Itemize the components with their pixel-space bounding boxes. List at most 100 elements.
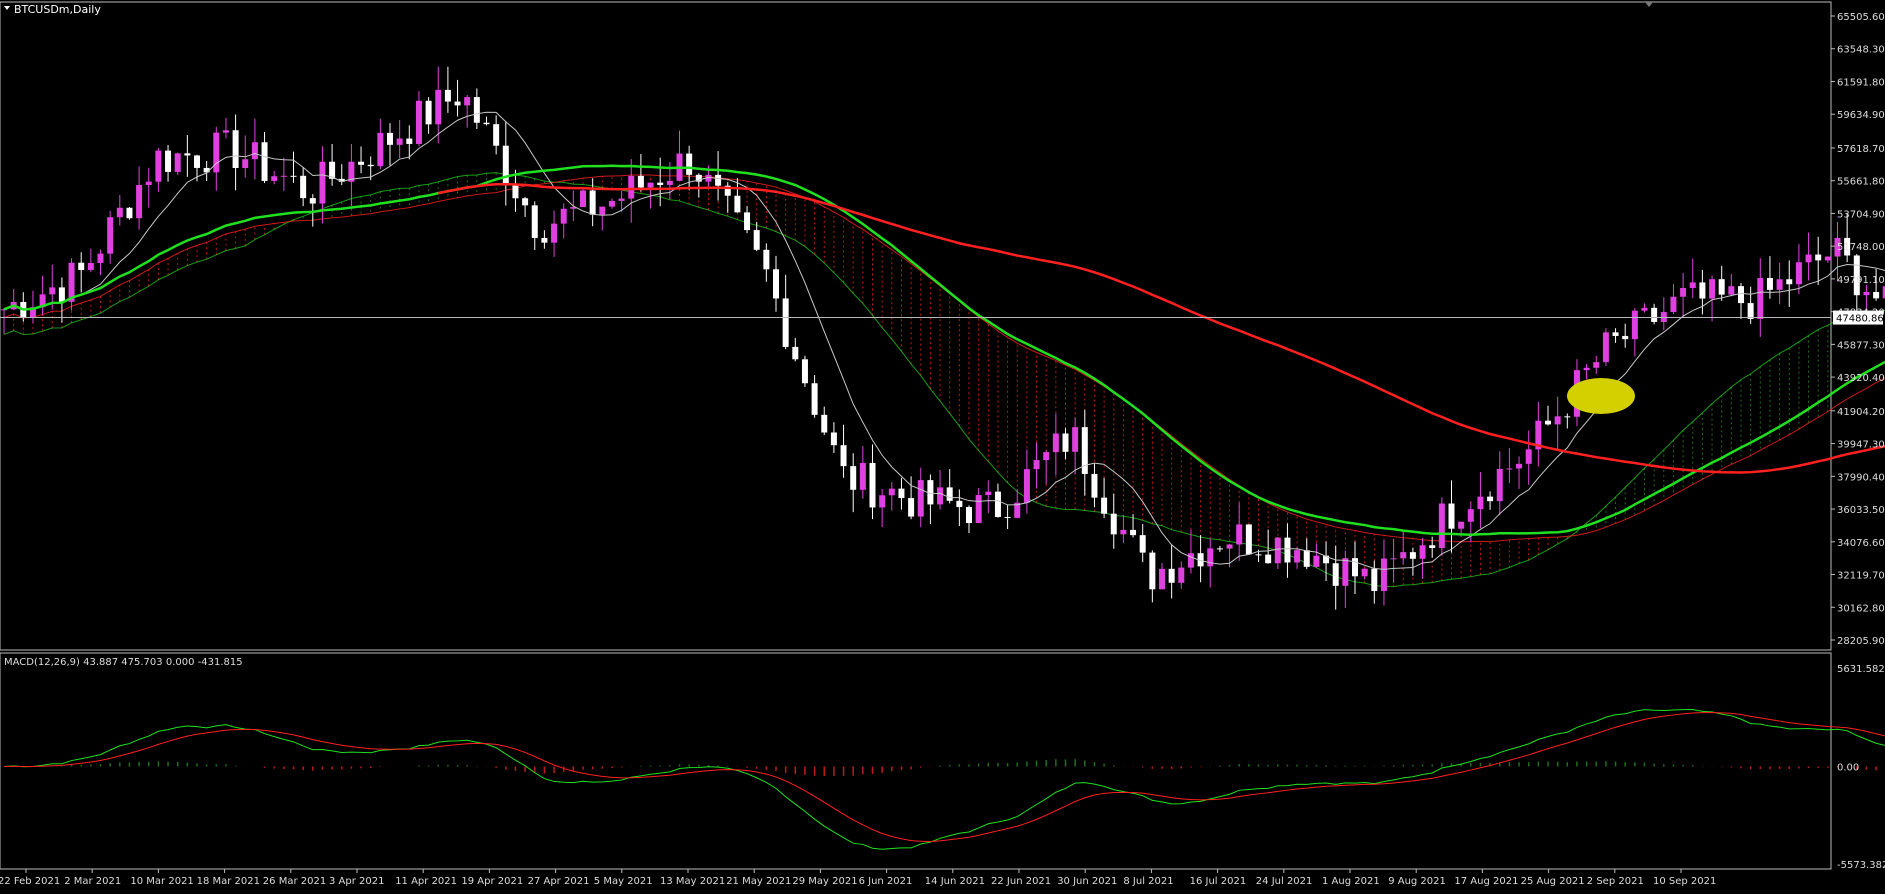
candle-body — [1043, 452, 1050, 461]
candle-body — [1284, 537, 1291, 563]
candle-body — [1207, 548, 1214, 567]
time-tick-label: 10 Sep 2021 — [1653, 876, 1716, 887]
candle-body — [1168, 568, 1175, 583]
candle-body — [213, 132, 220, 173]
candle-body — [222, 130, 229, 133]
price-tick-label: 30162.80 — [1837, 603, 1885, 614]
price-tick-label: 49791.10 — [1837, 275, 1885, 286]
candle-body — [1477, 496, 1484, 510]
candle-body — [628, 175, 635, 199]
candle-body — [203, 167, 210, 173]
price-tick-label: 51748.00 — [1837, 242, 1885, 253]
candle-body — [1680, 287, 1687, 297]
time-tick-label: 16 Jul 2021 — [1190, 876, 1247, 887]
candle-body — [763, 249, 770, 270]
time-tick-label: 14 Jun 2021 — [925, 876, 985, 887]
candle-body — [1554, 416, 1561, 425]
candle-body — [1757, 278, 1764, 319]
candle-body — [49, 287, 56, 295]
candle-body — [300, 175, 307, 199]
candle-body — [396, 138, 403, 145]
candle-body — [1216, 548, 1223, 550]
candle-body — [1438, 503, 1445, 549]
candle-body — [1487, 496, 1494, 502]
highlight-marker — [1567, 378, 1635, 414]
candle-body — [830, 432, 837, 446]
macd-title: MACD(12,26,9) 43.887 475.703 0.000 -431.… — [4, 657, 243, 668]
time-tick-label: 19 Apr 2021 — [461, 876, 523, 887]
candle-body — [1033, 460, 1040, 470]
chart-title[interactable]: BTCUSDm,Daily — [4, 3, 101, 16]
candle-body — [1178, 567, 1185, 583]
candle-body — [975, 495, 982, 524]
candle-body — [1728, 286, 1735, 295]
candle-body — [734, 195, 741, 213]
candle-body — [367, 164, 374, 167]
candle-body — [1352, 558, 1358, 577]
candle-body — [1805, 254, 1812, 263]
candle-body — [271, 176, 278, 181]
candle-body — [1052, 433, 1059, 453]
candle-body — [1062, 433, 1069, 452]
candle-body — [1361, 568, 1368, 577]
time-tick-label: 13 May 2021 — [660, 876, 725, 887]
candle-body — [116, 207, 123, 218]
price-tick-label: 45877.30 — [1837, 340, 1885, 351]
candle-body — [811, 383, 818, 415]
time-tick-label: 25 Aug 2021 — [1521, 876, 1585, 887]
price-tick-label: 32119.70 — [1837, 571, 1885, 582]
candle-body — [232, 130, 239, 169]
candle-body — [174, 153, 181, 172]
candle-body — [666, 180, 673, 185]
candle-body — [551, 223, 558, 243]
candle-body — [87, 262, 94, 271]
candle-body — [1120, 529, 1127, 535]
time-tick-label: 18 Mar 2021 — [197, 876, 260, 887]
chart-title-text: BTCUSDm,Daily — [14, 3, 101, 16]
candle-body — [1525, 449, 1532, 464]
candle-body — [184, 153, 191, 156]
candle-body — [97, 253, 104, 263]
price-tick-label: 55661.80 — [1837, 177, 1885, 188]
candle-body — [1004, 516, 1011, 518]
candle-body — [261, 142, 268, 181]
candle-body — [502, 145, 509, 186]
time-tick-label: 21 May 2021 — [726, 876, 791, 887]
candle-body — [136, 185, 143, 219]
chart-window[interactable]: BTCUSDm,Daily 65505.60 63548.30 61591.80 59… — [0, 0, 1885, 894]
candle-body — [801, 359, 808, 384]
candle-body — [165, 150, 172, 172]
candle-body — [879, 495, 886, 508]
current-price-tag: 47480.86 — [1833, 310, 1884, 325]
candle-body — [155, 150, 162, 182]
candle-body — [1718, 279, 1725, 295]
candle-body — [715, 174, 722, 186]
candle-body — [387, 132, 393, 145]
time-tick-label: 30 Jun 2021 — [1057, 876, 1117, 887]
candle-body — [493, 124, 500, 146]
candle-body — [821, 414, 828, 433]
candle-body — [415, 100, 422, 144]
candle-body — [859, 462, 866, 490]
candle-body — [126, 207, 133, 219]
candle-body — [358, 161, 365, 165]
candle-body — [512, 185, 519, 199]
candle-body — [1400, 552, 1407, 559]
candle-body — [1815, 254, 1822, 261]
time-tick-label: 2 Mar 2021 — [64, 876, 121, 887]
price-tick-label: 28205.90 — [1837, 636, 1885, 647]
candle-body — [1255, 554, 1262, 556]
candle-body — [58, 287, 65, 302]
candle-body — [1429, 545, 1436, 549]
macd-tick-label: 0.00 — [1837, 763, 1859, 774]
candle-body — [1380, 558, 1387, 591]
price-tick-label: 37990.40 — [1837, 472, 1885, 483]
candle-body — [1564, 416, 1571, 418]
time-tick-label: 17 Aug 2021 — [1454, 876, 1518, 887]
candle-body — [850, 466, 857, 490]
time-tick-label: 27 Apr 2021 — [528, 876, 590, 887]
candle-body — [280, 175, 287, 177]
candle-body — [1651, 307, 1658, 322]
candle-body — [1274, 537, 1281, 564]
time-tick-label: 6 Jun 2021 — [859, 876, 913, 887]
